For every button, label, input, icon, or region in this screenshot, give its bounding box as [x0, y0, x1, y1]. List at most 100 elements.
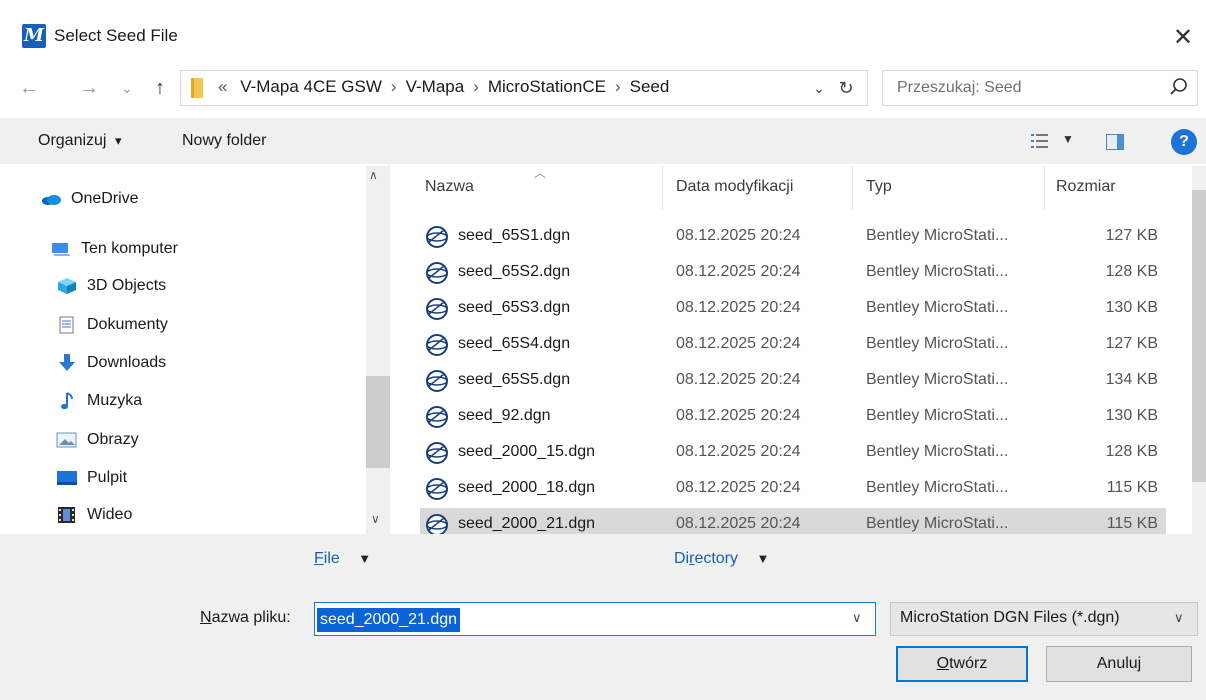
- nav-item-music[interactable]: Muzyka: [56, 386, 142, 416]
- nav-label: Muzyka: [87, 392, 143, 409]
- table-row[interactable]: seed_2000_15.dgn 08.12.2025 20:24 Bentley …: [420, 436, 1166, 470]
- file-type-value[interactable]: MicroStation DGN Files (*.dgn): [900, 609, 1120, 627]
- file-type: Bentley MicroStati...: [866, 335, 1009, 352]
- file-size: 128 KB: [1105, 443, 1158, 460]
- command-bar: [0, 118, 1206, 164]
- table-row[interactable]: seed_65S1.dgn 08.12.2025 20:24 Bentley Mic…: [420, 220, 1166, 254]
- column-header-size[interactable]: Rozmiar: [1056, 178, 1116, 196]
- new-folder-button[interactable]: Nowy folder: [182, 132, 266, 150]
- table-row[interactable]: seed_92.dgn 08.12.2025 20:24 Bentley Micro…: [420, 400, 1166, 434]
- nav-item-3d-objects[interactable]: 3D Objects: [56, 271, 166, 301]
- file-type: Bentley MicroStati...: [866, 227, 1009, 244]
- file-size: 128 KB: [1105, 263, 1158, 280]
- column-divider[interactable]: [1044, 166, 1045, 210]
- file-date: 08.12.2025 20:24: [676, 227, 801, 244]
- help-icon[interactable]: ?: [1171, 129, 1197, 155]
- table-row[interactable]: seed_65S5.dgn 08.12.2025 20:24 Bentley Mic…: [420, 364, 1166, 398]
- title-bar: [0, 0, 1206, 60]
- nav-item-downloads[interactable]: Downloads: [56, 348, 166, 378]
- breadcrumb-item-seed[interactable]: Seed: [630, 77, 670, 96]
- search-input[interactable]: Przeszukaj: Seed: [897, 79, 1022, 97]
- cancel-button[interactable]: Anuluj: [1046, 646, 1192, 682]
- recent-locations-chevron-icon[interactable]: ⌄: [112, 72, 142, 104]
- file-date: 08.12.2025 20:24: [676, 299, 801, 316]
- nav-pane-scroll-thumb[interactable]: [366, 376, 390, 468]
- file-size: 127 KB: [1105, 335, 1158, 352]
- accel-key: N: [200, 609, 212, 626]
- table-row[interactable]: seed_65S2.dgn 08.12.2025 20:24 Bentley Mic…: [420, 256, 1166, 290]
- filename-label: Nazwa pliku:: [200, 609, 291, 627]
- dgn-file-icon: [426, 298, 448, 320]
- column-header-date[interactable]: Data modyfikacji: [676, 178, 793, 196]
- nav-item-documents[interactable]: Dokumenty: [56, 310, 168, 340]
- view-dropdown-icon[interactable]: ▼: [1062, 132, 1074, 146]
- open-button[interactable]: Otwórz: [896, 646, 1028, 682]
- filename-history-chevron-icon[interactable]: ∨: [852, 610, 862, 626]
- preview-pane-icon[interactable]: [1106, 134, 1124, 150]
- dgn-file-icon: [426, 442, 448, 464]
- nav-pane-scrollbar[interactable]: [366, 166, 390, 534]
- nav-item-video[interactable]: Wideo: [56, 500, 132, 530]
- nav-item-pictures[interactable]: Obrazy: [56, 425, 139, 455]
- forward-arrow-icon[interactable]: →: [74, 72, 104, 104]
- breadcrumb-item-v-mapa[interactable]: V-Mapa: [406, 77, 465, 96]
- file-name: seed_65S3.dgn: [458, 299, 571, 316]
- nav-label: Wideo: [87, 506, 133, 523]
- breadcrumb-chevron-icon[interactable]: ›: [615, 77, 621, 96]
- file-date: 08.12.2025 20:24: [676, 263, 801, 280]
- breadcrumb-chevron-icon[interactable]: ›: [473, 77, 479, 96]
- directory-menu-button[interactable]: Directory ▼: [674, 550, 769, 568]
- directory-menu-label: ectory: [694, 550, 739, 567]
- file-size: 134 KB: [1105, 371, 1158, 388]
- organize-button[interactable]: Organizuj ▾: [38, 132, 121, 150]
- table-row[interactable]: seed_65S3.dgn 08.12.2025 20:24 Bentley Mic…: [420, 292, 1166, 326]
- breadcrumb-item-v-mapa-4ce-gsw[interactable]: V-Mapa 4CE GSW: [240, 77, 382, 96]
- file-name: seed_65S4.dgn: [458, 335, 571, 352]
- dgn-file-icon: [426, 334, 448, 356]
- file-list-scroll-thumb[interactable]: [1192, 190, 1206, 482]
- file-name: seed_65S2.dgn: [458, 263, 571, 280]
- file-size: 130 KB: [1105, 299, 1158, 316]
- dgn-file-icon: [426, 478, 448, 500]
- close-button[interactable]: ✕: [1160, 18, 1206, 58]
- file-name: seed_65S5.dgn: [458, 371, 571, 388]
- file-size: 130 KB: [1105, 407, 1158, 424]
- column-header-name[interactable]: Nazwa: [425, 178, 474, 196]
- file-name: seed_65S1.dgn: [458, 227, 571, 244]
- file-date: 08.12.2025 20:24: [676, 335, 801, 352]
- scroll-down-icon[interactable]: ∨: [371, 512, 380, 526]
- nav-item-desktop[interactable]: Pulpit: [56, 463, 127, 493]
- address-dropdown-icon[interactable]: ⌄: [808, 74, 830, 102]
- column-divider[interactable]: [852, 166, 853, 210]
- nav-item-onedrive[interactable]: OneDrive: [40, 184, 139, 214]
- column-divider[interactable]: [662, 166, 663, 210]
- file-name: seed_2000_21.dgn: [458, 515, 596, 532]
- scroll-up-icon[interactable]: ∧: [369, 168, 378, 182]
- refresh-icon[interactable]: ↻: [832, 74, 860, 102]
- up-arrow-icon[interactable]: ↑: [145, 72, 175, 104]
- file-type: Bentley MicroStati...: [866, 371, 1009, 388]
- nav-label: Dokumenty: [87, 316, 168, 333]
- table-row[interactable]: seed_65S4.dgn 08.12.2025 20:24 Bentley Mic…: [420, 328, 1166, 362]
- file-menu-button[interactable]: File ▼: [314, 550, 371, 568]
- breadcrumb-overflow[interactable]: «: [218, 77, 227, 96]
- dropdown-arrow-icon: ▼: [358, 551, 372, 566]
- file-date: 08.12.2025 20:24: [676, 443, 801, 460]
- accel-key: O: [936, 655, 950, 672]
- file-name: seed_2000_18.dgn: [458, 479, 596, 496]
- column-header-type[interactable]: Typ: [866, 178, 892, 196]
- table-row[interactable]: seed_2000_18.dgn 08.12.2025 20:24 Bentley …: [420, 472, 1166, 506]
- search-icon[interactable]: [1168, 76, 1190, 98]
- breadcrumb-item-microstationce[interactable]: MicroStationCE: [488, 77, 606, 96]
- nav-item-this-pc[interactable]: Ten komputer: [50, 234, 178, 264]
- breadcrumb-chevron-icon[interactable]: ›: [391, 77, 397, 96]
- dgn-file-icon: [426, 370, 448, 392]
- file-name: seed_92.dgn: [458, 407, 551, 424]
- filename-value[interactable]: seed_2000_21.dgn: [317, 608, 461, 632]
- view-options-icon[interactable]: [1030, 132, 1050, 150]
- downloads-icon: [59, 354, 75, 371]
- file-type-chevron-icon[interactable]: ∨: [1174, 610, 1184, 626]
- file-type: Bentley MicroStati...: [866, 263, 1009, 280]
- file-name: seed_2000_15.dgn: [458, 443, 596, 460]
- back-arrow-icon[interactable]: ←: [14, 72, 44, 104]
